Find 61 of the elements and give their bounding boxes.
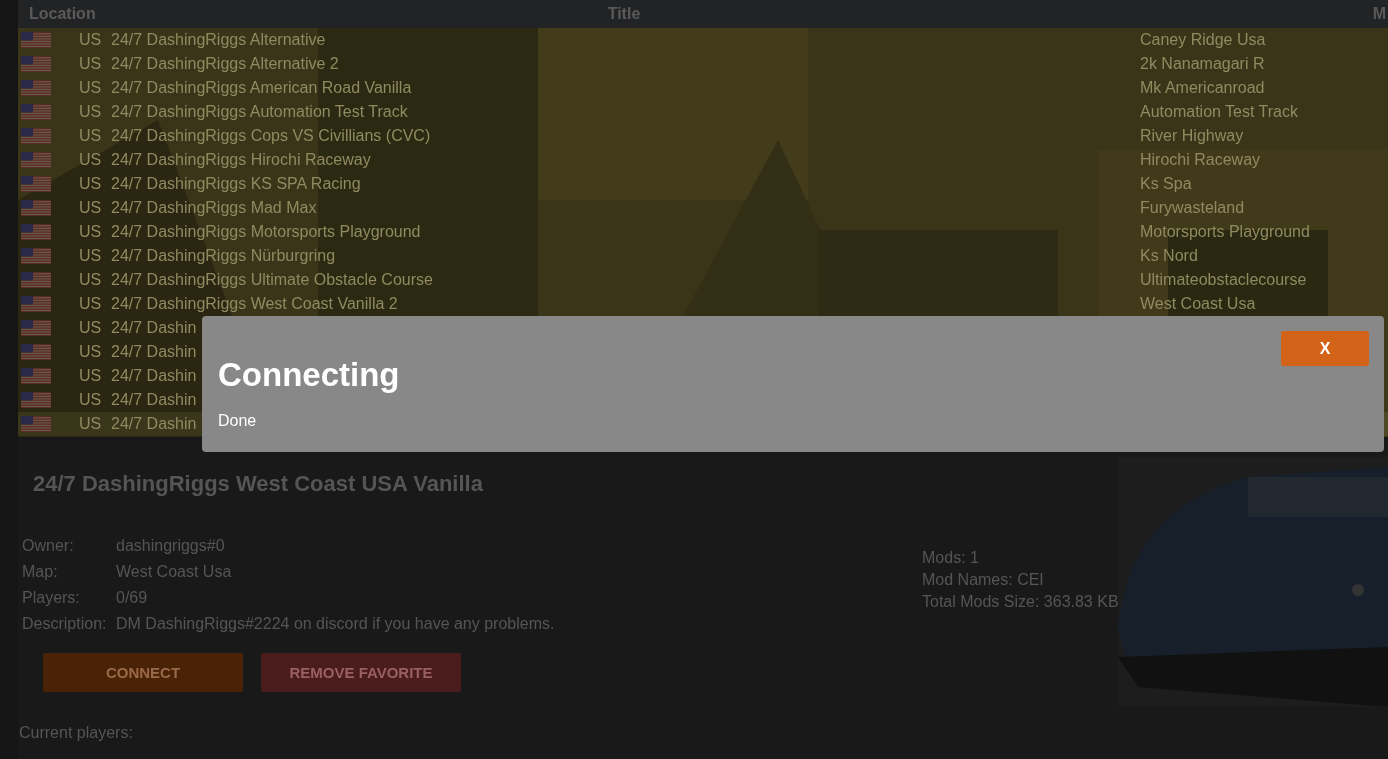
field-value: 0/69 [116, 588, 149, 608]
map-name: Ultimateobstaclecourse [1140, 271, 1307, 289]
map-name: Ks Spa [1140, 175, 1192, 193]
server-title: 24/7 DashingRiggs Alternative [111, 31, 326, 49]
field-label: Players: [22, 588, 81, 608]
modal-message: Done [218, 412, 258, 430]
mod-info: Mods: 1 [922, 548, 980, 568]
field-value: DM DashingRiggs#2224 on discord if you have any problems. [116, 614, 556, 634]
server-title: 24/7 Dashin [111, 391, 197, 409]
field-label: Owner: [22, 536, 75, 556]
server-title: 24/7 Dashin [111, 367, 197, 385]
field-value: West Coast Usa [116, 562, 233, 582]
country-code: US [79, 31, 102, 49]
country-code: US [79, 223, 102, 241]
country-code: US [79, 295, 102, 313]
country-code: US [79, 199, 102, 217]
server-title: 24/7 DashingRiggs KS SPA Racing [111, 175, 361, 193]
country-code: US [79, 343, 102, 361]
country-code: US [79, 415, 102, 433]
country-code: US [79, 79, 102, 97]
country-code: US [79, 271, 102, 289]
map-name: Furywasteland [1140, 199, 1245, 217]
map-name: Ks Nord [1140, 247, 1198, 265]
server-title: 24/7 DashingRiggs Ultimate Obstacle Course [111, 271, 433, 289]
country-code: US [79, 103, 102, 121]
server-title: 24/7 DashingRiggs Mad Max [111, 199, 317, 217]
modal-title: Connecting [218, 356, 400, 394]
server-title: 24/7 DashingRiggs Hirochi Raceway [111, 151, 371, 169]
server-title: 24/7 Dashin [111, 319, 197, 337]
server-title: 24/7 DashingRiggs Automation Test Track [111, 103, 408, 121]
country-code: US [79, 127, 102, 145]
mod-info: Total Mods Size: 363.83 KB [922, 592, 1119, 612]
country-code: US [79, 367, 102, 385]
server-title: 24/7 Dashin [111, 343, 197, 361]
map-name: Automation Test Track [1140, 103, 1298, 121]
mod-info: Mod Names: CEI [922, 570, 1045, 590]
field-value: dashingriggs#0 [116, 536, 226, 556]
map-name: 2k Nanamagari R [1140, 55, 1265, 73]
map-name: Mk Americanroad [1140, 79, 1265, 97]
server-title: 24/7 DashingRiggs West Coast USA Vanilla [32, 471, 484, 497]
server-title: 24/7 DashingRiggs Motorsports Playground [111, 223, 421, 241]
section-heading: Current players: [19, 724, 134, 742]
country-code: US [79, 151, 102, 169]
map-name: Motorsports Playground [1140, 223, 1310, 241]
server-title: 24/7 Dashin [111, 415, 197, 433]
field-label: Description: [22, 614, 108, 634]
map-name: Caney Ridge Usa [1140, 31, 1266, 49]
server-title: 24/7 DashingRiggs American Road Vanilla [111, 79, 412, 97]
country-code: US [79, 391, 102, 409]
server-title: 24/7 DashingRiggs Nürburgring [111, 247, 336, 265]
country-code: US [79, 247, 102, 265]
country-code: US [79, 175, 102, 193]
map-name: River Highway [1140, 127, 1244, 145]
map-name: West Coast Usa [1140, 295, 1256, 313]
field-label: Map: [22, 562, 59, 582]
country-code: US [79, 55, 102, 73]
server-title: 24/7 DashingRiggs Cops VS Civillians (CVC) [111, 127, 431, 145]
server-title: 24/7 DashingRiggs West Coast Vanilla 2 [111, 295, 398, 313]
server-title: 24/7 DashingRiggs Alternative 2 [111, 55, 339, 73]
country-code: US [79, 319, 102, 337]
map-name: Hirochi Raceway [1140, 151, 1261, 169]
